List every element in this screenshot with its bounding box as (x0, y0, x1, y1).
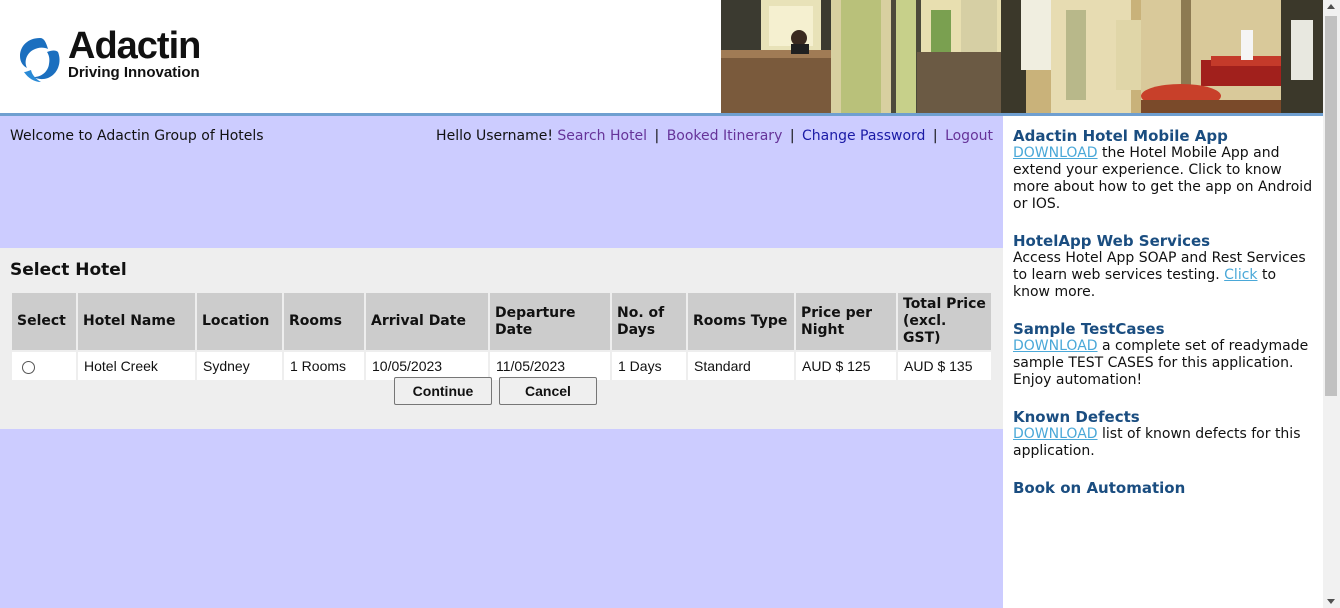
col-rooms-type: Rooms Type (688, 293, 794, 350)
page-title: Select Hotel (10, 260, 127, 280)
scroll-down-arrow-icon[interactable] (1327, 599, 1335, 604)
greeting-text: Hello Username! (436, 128, 553, 144)
info-sidebar: Adactin Hotel Mobile App DOWNLOAD the Ho… (1003, 116, 1323, 608)
book-section: Book on Automation (1013, 480, 1313, 497)
page-header: Adactin Driving Innovation (0, 0, 1323, 116)
welcome-text: Welcome to Adactin Group of Hotels (10, 128, 264, 144)
cancel-button[interactable]: Cancel (499, 377, 597, 405)
logout-link[interactable]: Logout (945, 128, 993, 144)
nav-separator: | (932, 128, 938, 144)
location-cell: Sydney (197, 352, 282, 380)
web-services-section: HotelApp Web Services Access Hotel App S… (1013, 233, 1313, 301)
web-services-click-link[interactable]: Click (1224, 267, 1257, 283)
logo-title: Adactin (68, 25, 201, 67)
page-scrollbar[interactable] (1323, 0, 1340, 608)
col-rooms: Rooms (284, 293, 364, 350)
nav-separator: | (789, 128, 795, 144)
col-location: Location (197, 293, 282, 350)
mobile-app-section: Adactin Hotel Mobile App DOWNLOAD the Ho… (1013, 128, 1313, 213)
known-defects-download-link[interactable]: DOWNLOAD (1013, 426, 1098, 442)
scroll-up-arrow-icon[interactable] (1327, 4, 1335, 9)
hotel-name-cell: Hotel Creek (78, 352, 195, 380)
scrollbar-thumb[interactable] (1325, 16, 1337, 396)
col-departure-date: Departure Date (490, 293, 610, 350)
change-password-link[interactable]: Change Password (802, 128, 925, 144)
continue-button[interactable]: Continue (394, 377, 492, 405)
mobile-app-download-link[interactable]: DOWNLOAD (1013, 145, 1098, 161)
table-row: Hotel Creek Sydney 1 Rooms 10/05/2023 11… (12, 352, 991, 380)
hotel-lobby-banner (721, 0, 1323, 114)
logo-tagline: Driving Innovation (68, 64, 200, 81)
adactin-logo: Adactin Driving Innovation (14, 25, 234, 88)
arrival-date-cell: 10/05/2023 (366, 352, 488, 380)
departure-date-cell: 11/05/2023 (490, 352, 610, 380)
select-cell (12, 352, 76, 380)
no-of-days-cell: 1 Days (612, 352, 686, 380)
booked-itinerary-link[interactable]: Booked Itinerary (667, 128, 783, 144)
test-cases-section: Sample TestCases DOWNLOAD a complete set… (1013, 321, 1313, 389)
known-defects-title: Known Defects (1013, 408, 1140, 426)
table-header-row: Select Hotel Name Location Rooms Arrival… (12, 293, 991, 350)
col-arrival-date: Arrival Date (366, 293, 488, 350)
col-price-per-night: Price per Night (796, 293, 896, 350)
price-per-night-cell: AUD $ 125 (796, 352, 896, 380)
web-services-title: HotelApp Web Services (1013, 232, 1211, 250)
rooms-type-cell: Standard (688, 352, 794, 380)
col-hotel-name: Hotel Name (78, 293, 195, 350)
book-on-automation-title[interactable]: Book on Automation (1013, 480, 1313, 497)
hotel-results-table: Select Hotel Name Location Rooms Arrival… (10, 291, 993, 382)
col-no-of-days: No. of Days (612, 293, 686, 350)
total-price-cell: AUD $ 135 (898, 352, 991, 380)
nav-separator: | (654, 128, 660, 144)
user-nav: Hello Username! Search Hotel | Booked It… (436, 128, 993, 144)
test-cases-download-link[interactable]: DOWNLOAD (1013, 338, 1098, 354)
col-select: Select (12, 293, 76, 350)
test-cases-title: Sample TestCases (1013, 320, 1165, 338)
hotel-select-radio[interactable] (22, 360, 35, 374)
known-defects-section: Known Defects DOWNLOAD list of known def… (1013, 409, 1313, 460)
col-total-price: Total Price (excl. GST) (898, 293, 991, 350)
search-hotel-link[interactable]: Search Hotel (557, 128, 647, 144)
main-content: Welcome to Adactin Group of Hotels Hello… (0, 116, 1003, 608)
adactin-swirl-icon (20, 38, 60, 82)
mobile-app-title: Adactin Hotel Mobile App (1013, 127, 1228, 145)
rooms-cell: 1 Rooms (284, 352, 364, 380)
